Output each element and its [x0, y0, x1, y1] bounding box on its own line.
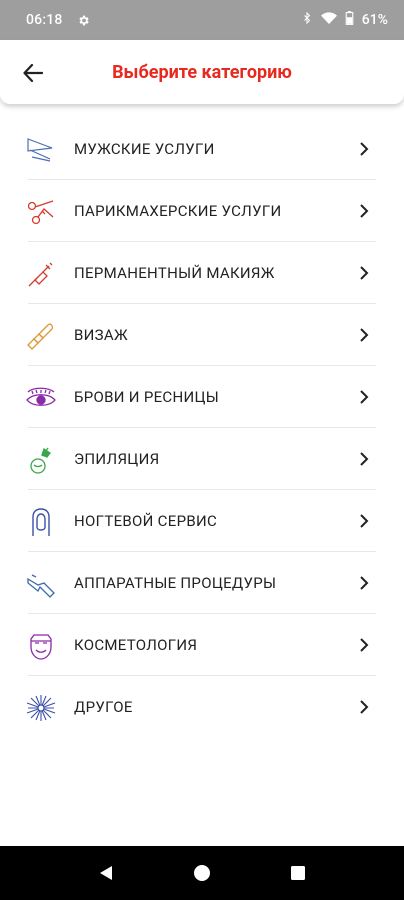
makeup-brush-icon: [24, 319, 58, 353]
category-label: Ногтевой сервис: [74, 512, 218, 530]
wifi-icon: [320, 11, 337, 29]
status-bar: 06:18 61%: [0, 0, 404, 40]
page-title: Выберите категорию: [112, 61, 292, 83]
nav-home-button[interactable]: [187, 858, 217, 888]
arrow-left-icon: [23, 64, 43, 82]
chevron-right-icon: [360, 700, 369, 714]
system-nav-bar: [0, 846, 404, 900]
category-mens-services[interactable]: Мужские услуги: [0, 118, 404, 180]
battery-percent: 61%: [361, 12, 388, 28]
category-brows-lashes[interactable]: Брови и ресницы: [0, 366, 404, 428]
category-hair-services[interactable]: Парикмахерские услуги: [0, 180, 404, 242]
chevron-right-icon: [360, 204, 369, 218]
triangle-back-icon: [100, 866, 112, 880]
category-cosmetology[interactable]: Косметология: [0, 614, 404, 676]
sparkle-icon: [24, 691, 58, 725]
chevron-right-icon: [360, 266, 369, 280]
category-makeup[interactable]: Визаж: [0, 304, 404, 366]
status-time: 06:18: [26, 12, 63, 28]
category-label: Визаж: [74, 326, 128, 344]
tattoo-pen-icon: [24, 257, 58, 291]
chevron-right-icon: [360, 576, 369, 590]
razor-icon: [24, 133, 58, 167]
category-label: Косметология: [74, 636, 198, 654]
category-epilation[interactable]: Эпиляция: [0, 428, 404, 490]
wax-jar-icon: [24, 443, 58, 477]
category-label: Аппаратные процедуры: [74, 574, 277, 592]
chevron-right-icon: [360, 390, 369, 404]
nav-back-button[interactable]: [91, 858, 121, 888]
category-other[interactable]: Другое: [0, 676, 404, 738]
app-bar: Выберите категорию: [0, 40, 404, 104]
gear-icon: [77, 14, 90, 27]
circle-home-icon: [194, 865, 210, 881]
category-permanent-makeup[interactable]: Перманентный макияж: [0, 242, 404, 304]
category-label: Эпиляция: [74, 450, 160, 468]
scissors-icon: [24, 195, 58, 229]
nail-icon: [24, 505, 58, 539]
bluetooth-icon: [301, 11, 313, 29]
battery-icon: [345, 11, 354, 29]
eye-icon: [24, 381, 58, 415]
category-hardware-procedures[interactable]: Аппаратные процедуры: [0, 552, 404, 614]
category-nail-service[interactable]: Ногтевой сервис: [0, 490, 404, 552]
chevron-right-icon: [360, 328, 369, 342]
category-label: Перманентный макияж: [74, 264, 275, 282]
back-button[interactable]: [20, 60, 46, 86]
category-label: Мужские услуги: [74, 140, 215, 158]
category-list: Мужские услуги Парикмахерские услуги Пер…: [0, 118, 404, 738]
category-label: Брови и ресницы: [74, 388, 220, 406]
category-label: Другое: [74, 698, 133, 716]
category-label: Парикмахерские услуги: [74, 202, 282, 220]
square-recents-icon: [291, 866, 305, 880]
chevron-right-icon: [360, 142, 369, 156]
device-icon: [24, 567, 58, 601]
status-icons: 61%: [301, 11, 388, 29]
nav-recents-button[interactable]: [283, 858, 313, 888]
chevron-right-icon: [360, 638, 369, 652]
chevron-right-icon: [360, 452, 369, 466]
chevron-right-icon: [360, 514, 369, 528]
face-mask-icon: [24, 629, 58, 663]
